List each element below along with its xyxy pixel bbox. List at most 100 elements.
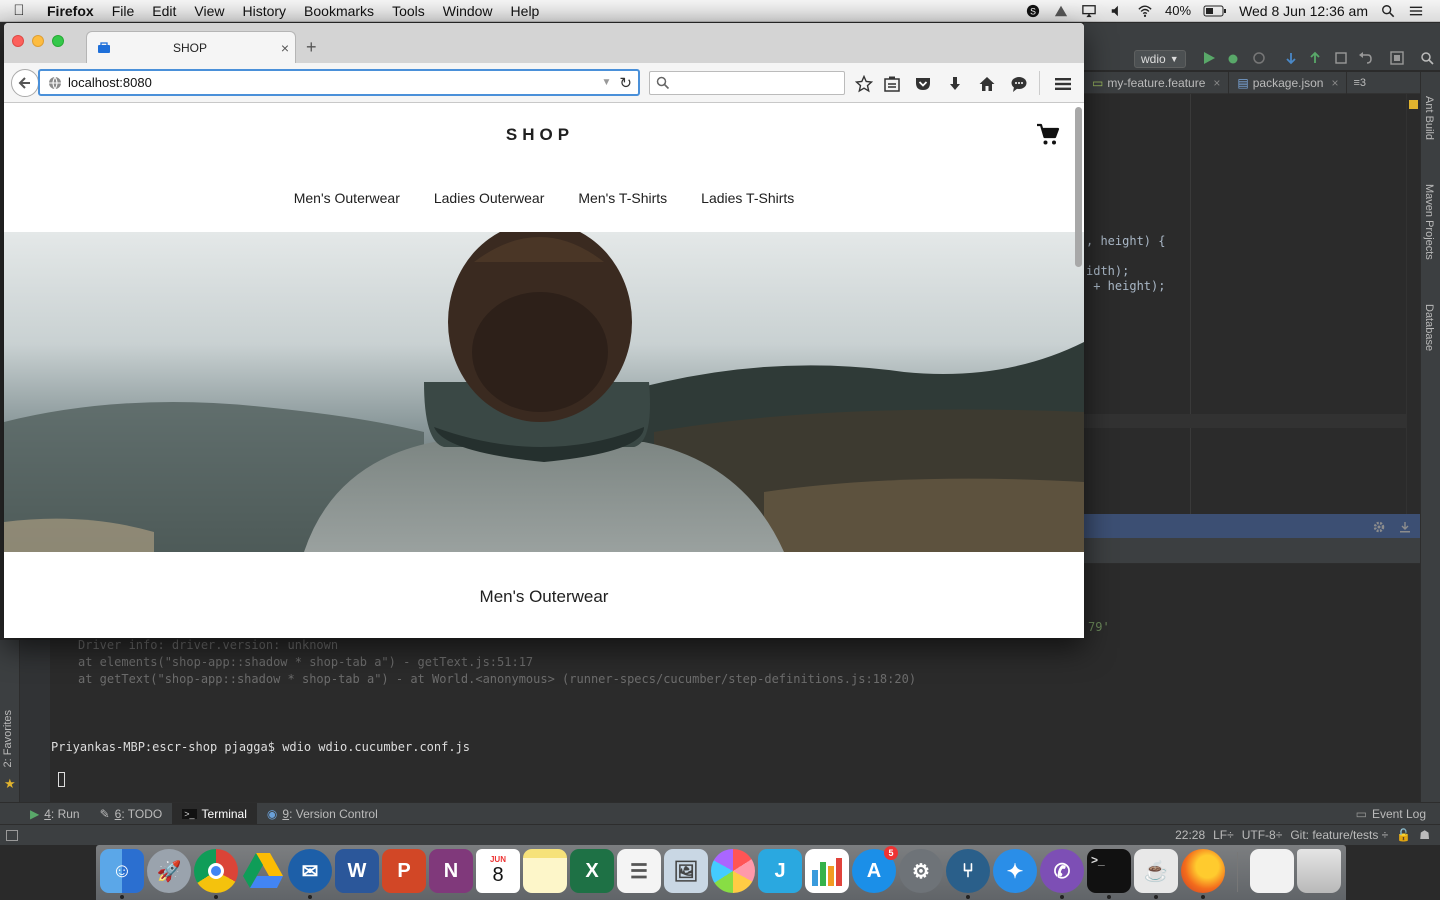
tool-tab-event-log[interactable]: ▭ Event Log [1346,803,1436,825]
java-icon[interactable]: ☕ [1134,849,1178,893]
spotlight-search-icon[interactable] [1380,4,1396,18]
reading-list-icon[interactable] [883,75,901,93]
notes-icon[interactable] [523,849,567,893]
menu-window[interactable]: Window [434,0,502,22]
hide-panel-icon[interactable] [1398,520,1412,534]
ide-code-editor[interactable]: , height) { idth); + height); [1084,94,1420,514]
battery-icon[interactable] [1203,4,1227,18]
bookmark-star-icon[interactable] [855,75,873,93]
tab-overflow-button[interactable]: ≡3 [1353,77,1366,89]
warning-marker[interactable] [1409,100,1418,109]
notification-center-icon[interactable] [1408,4,1424,18]
powerpoint-icon[interactable]: P [382,849,426,893]
chat-icon[interactable] [1010,75,1028,93]
hamburger-menu-icon[interactable] [1054,75,1072,93]
back-button[interactable] [11,69,39,97]
browser-tab-shop[interactable]: SHOP × [86,31,296,63]
thunderbird-icon[interactable]: ✉ [288,849,332,893]
app-store-icon[interactable]: A 5 [852,846,898,893]
system-preferences-icon[interactable]: ⚙ [899,849,943,893]
photos-icon[interactable] [711,849,755,893]
sourcetree-icon[interactable]: ⑂ [946,849,990,893]
terminal-app-icon[interactable]: >_ [1087,849,1131,893]
url-history-dropdown-icon[interactable]: ▼ [602,77,612,88]
menu-file[interactable]: File [103,0,144,22]
downloads-icon[interactable] [946,75,964,93]
terminal-panel[interactable]: Driver info: driver.version: unknown at … [50,638,1420,802]
word-icon[interactable]: W [335,849,379,893]
drive-status-icon[interactable] [1053,4,1069,18]
new-tab-button[interactable]: + [306,37,317,58]
shop-brand-title[interactable]: SHOP [4,125,1076,145]
tool-tab-todo[interactable]: ✎ 6: TODO [90,803,173,825]
onenote-icon[interactable]: N [429,849,473,893]
apple-menu-icon[interactable]:  [0,2,38,19]
ide-tab-feature[interactable]: ▭ my-feature.feature × [1084,71,1230,94]
close-icon[interactable]: × [1331,76,1338,90]
menu-help[interactable]: Help [502,0,549,22]
calendar-icon[interactable]: JUN 8 [476,849,520,893]
nav-link-mens-tshirts[interactable]: Men's T-Shirts [578,190,667,206]
google-drive-icon[interactable] [241,849,285,893]
hero-image[interactable] [4,232,1084,552]
airplay-icon[interactable] [1081,4,1097,18]
safari-icon[interactable]: ✦ [993,849,1037,893]
status-git-branch[interactable]: Git: feature/tests ÷ [1290,828,1388,842]
window-minimize-button[interactable] [32,35,44,47]
run-configuration-select[interactable]: wdio ▼ [1134,50,1186,68]
menu-tools[interactable]: Tools [383,0,434,22]
tool-window-database[interactable]: Database [1423,304,1435,351]
coverage-icon[interactable] [1252,51,1266,65]
run-icon[interactable] [1202,51,1216,65]
tool-window-ant-build[interactable]: Ant Build [1423,96,1435,140]
menu-edit[interactable]: Edit [143,0,185,22]
skype-status-icon[interactable]: S [1025,4,1041,18]
reload-icon[interactable]: ↻ [619,74,632,92]
window-close-button[interactable] [12,35,24,47]
tool-window-favorites[interactable]: 2: Favorites [2,710,14,767]
numbers-icon[interactable] [805,849,849,893]
viber-icon[interactable]: ✆ [1040,849,1084,893]
menu-history[interactable]: History [233,0,295,22]
finder-icon[interactable]: ☺ [100,849,144,893]
project-structure-icon[interactable] [1390,51,1404,65]
home-icon[interactable] [978,75,996,93]
tool-tab-run[interactable]: ▶ 4: Run [20,803,90,825]
vcs-commit-icon[interactable] [1308,51,1322,65]
nav-link-ladies-tshirts[interactable]: Ladies T-Shirts [701,190,794,206]
window-zoom-button[interactable] [52,35,64,47]
vcs-history-icon[interactable] [1334,51,1348,65]
status-line-separator[interactable]: LF÷ [1213,828,1234,842]
status-panel-toggle-icon[interactable] [6,829,18,841]
tool-tab-terminal[interactable]: >_ Terminal [172,802,257,825]
debug-icon[interactable] [1226,51,1240,65]
pocket-icon[interactable] [914,75,932,93]
close-icon[interactable]: × [1213,76,1220,90]
status-caret-position[interactable]: 22:28 [1175,828,1205,842]
search-bar[interactable] [649,71,845,95]
jetbrains-icon[interactable]: J [758,849,802,893]
chrome-icon[interactable] [194,849,238,893]
wifi-icon[interactable] [1137,4,1153,18]
editor-marker-bar[interactable] [1406,94,1420,514]
nav-link-mens-outerwear[interactable]: Men's Outerwear [294,190,400,206]
ide-tab-package-json[interactable]: ▤ package.json × [1229,71,1348,94]
menu-app-firefox[interactable]: Firefox [38,0,103,22]
undo-icon[interactable] [1358,51,1372,65]
tool-window-maven-projects[interactable]: Maven Projects [1423,184,1435,260]
inspector-icon[interactable]: ☗ [1419,828,1430,842]
gear-icon[interactable] [1372,520,1386,534]
menu-bookmarks[interactable]: Bookmarks [295,0,383,22]
page-scrollbar[interactable] [1075,107,1082,267]
launchpad-icon[interactable]: 🚀 [147,849,191,893]
nav-link-ladies-outerwear[interactable]: Ladies Outerwear [434,190,545,206]
preview-icon[interactable]: 🖼 [664,849,708,893]
volume-icon[interactable] [1109,4,1125,18]
excel-icon[interactable]: X [570,849,614,893]
status-encoding[interactable]: UTF-8÷ [1242,828,1283,842]
lock-icon[interactable]: 🔓 [1396,828,1411,842]
documents-stack-icon[interactable] [1250,849,1294,893]
menu-view[interactable]: View [185,0,233,22]
trash-icon[interactable] [1297,849,1341,893]
search-everywhere-icon[interactable] [1420,51,1434,65]
